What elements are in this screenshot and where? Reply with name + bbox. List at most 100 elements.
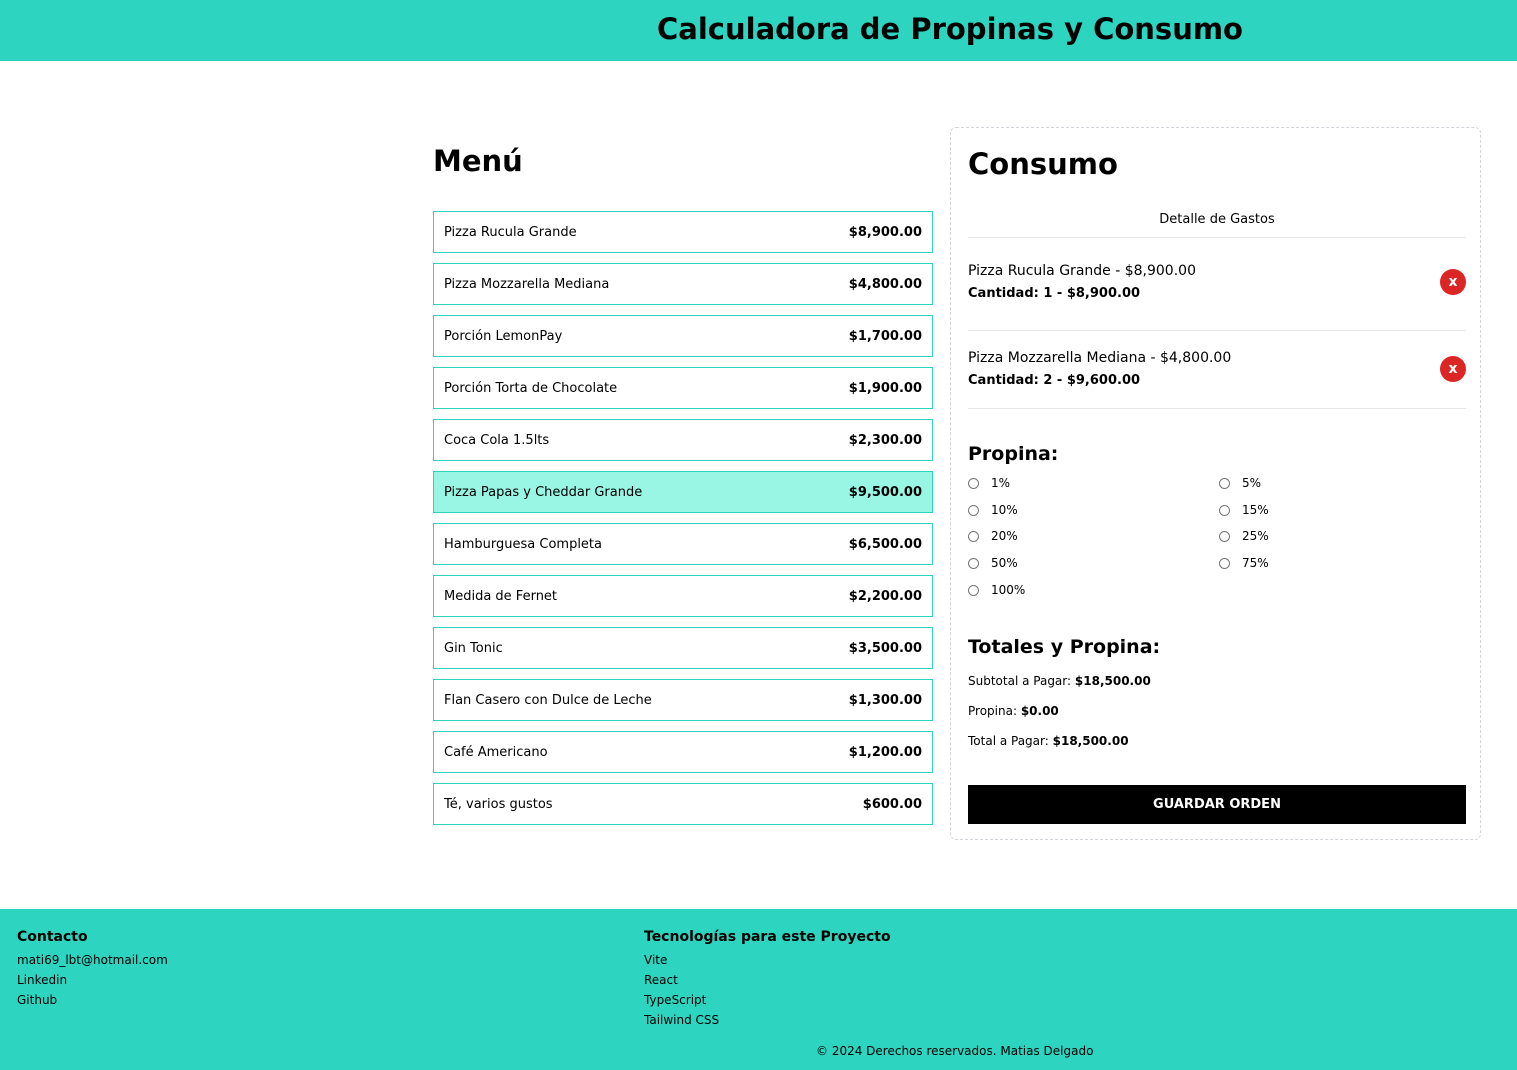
menu-item-name: Medida de Fernet	[444, 588, 558, 604]
tip-option[interactable]: 5%	[1219, 476, 1261, 490]
save-order-button[interactable]: GUARDAR ORDEN	[968, 785, 1466, 824]
menu-item-price: $2,200.00	[848, 588, 922, 604]
order-item: Pizza Mozzarella Mediana - $4,800.00 Can…	[968, 331, 1466, 409]
menu-item[interactable]: Porción Torta de Chocolate $1,900.00	[433, 367, 933, 409]
order-item-quantity: Cantidad: 2 - $9,600.00	[968, 373, 1141, 388]
tip-option[interactable]: 1%	[968, 476, 1010, 490]
radio-button[interactable]	[968, 584, 979, 596]
menu-item[interactable]: Flan Casero con Dulce de Leche $1,300.00	[433, 679, 933, 721]
menu-item[interactable]: Hamburguesa Completa $6,500.00	[433, 523, 933, 565]
menu-item-price: $2,300.00	[848, 432, 922, 448]
tip-label: 20%	[991, 529, 1018, 543]
page-title: Calculadora de Propinas y Consumo	[657, 12, 1243, 46]
tech-item-react: React	[644, 973, 678, 987]
radio-button[interactable]	[968, 504, 979, 516]
app-header: Calculadora de Propinas y Consumo	[0, 0, 1517, 61]
menu-item-name: Porción LemonPay	[444, 328, 563, 344]
menu-item-price: $3,500.00	[848, 640, 922, 656]
tip-label: 75%	[1242, 556, 1269, 570]
menu-item[interactable]: Café Americano $1,200.00	[433, 731, 933, 773]
menu-item-name: Coca Cola 1.5lts	[444, 432, 550, 448]
detalle-heading: Detalle de Gastos	[968, 212, 1466, 238]
subtotal-line: Subtotal a Pagar: $18,500.00	[968, 674, 1151, 688]
menu-item[interactable]: Pizza Mozzarella Mediana $4,800.00	[433, 263, 933, 305]
total-line: Total a Pagar: $18,500.00	[968, 734, 1129, 748]
github-link[interactable]: Github	[17, 990, 168, 1010]
tip-label: 100%	[991, 583, 1026, 597]
radio-button[interactable]	[1219, 477, 1230, 489]
tech-item-vite: Vite	[644, 953, 668, 967]
radio-button[interactable]	[968, 557, 979, 569]
tip-option[interactable]: 50%	[968, 556, 1018, 570]
linkedin-link[interactable]: Linkedin	[17, 970, 168, 990]
subtotal-label: Subtotal a Pagar:	[968, 674, 1072, 688]
contact-title: Contacto	[17, 929, 88, 945]
tip-option[interactable]: 100%	[968, 583, 1025, 597]
tip-label: 10%	[991, 503, 1018, 517]
propina-title: Propina:	[968, 443, 1059, 465]
tip-option[interactable]: 20%	[968, 529, 1018, 543]
delete-order-button[interactable]: x	[1440, 269, 1466, 295]
email-link[interactable]: mati69_lbt@hotmail.com	[17, 950, 168, 970]
footer: Contacto mati69_lbt@hotmail.com Linkedin…	[0, 909, 1517, 1070]
tip-label: 5%	[1242, 476, 1262, 490]
menu-item-name: Café Americano	[444, 744, 548, 760]
menu-item[interactable]: Té, varios gustos $600.00	[433, 783, 933, 825]
menu-item-name: Hamburguesa Completa	[444, 536, 602, 552]
tip-option[interactable]: 25%	[1219, 529, 1269, 543]
radio-button[interactable]	[968, 477, 979, 489]
footer-tech: Tecnologías para este Proyecto Vite Reac…	[644, 928, 891, 1030]
radio-button[interactable]	[1219, 557, 1230, 569]
order-item-quantity: Cantidad: 1 - $8,900.00	[968, 286, 1141, 301]
copyright: © 2024 Derechos reservados. Matias Delga…	[816, 1044, 1094, 1058]
menu-item-price: $1,900.00	[848, 380, 922, 396]
menu-item-hovered[interactable]: Pizza Papas y Cheddar Grande $9,500.00	[433, 471, 933, 513]
menu-item-name: Pizza Papas y Cheddar Grande	[444, 484, 643, 500]
subtotal-value: $18,500.00	[1074, 674, 1151, 688]
consumo-panel: Consumo Detalle de Gastos Pizza Rucula G…	[950, 127, 1481, 840]
menu-item-name: Pizza Mozzarella Mediana	[444, 276, 610, 292]
menu-item-name: Gin Tonic	[444, 640, 503, 656]
menu-item-name: Flan Casero con Dulce de Leche	[444, 692, 652, 708]
menu-item-price: $4,800.00	[848, 276, 922, 292]
radio-button[interactable]	[968, 530, 979, 542]
tip-label: 25%	[1242, 529, 1269, 543]
radio-button[interactable]	[1219, 504, 1230, 516]
propina-label: Propina:	[968, 704, 1017, 718]
menu-item[interactable]: Pizza Rucula Grande $8,900.00	[433, 211, 933, 253]
menu-item-price: $600.00	[862, 796, 922, 812]
menu-item[interactable]: Medida de Fernet $2,200.00	[433, 575, 933, 617]
tip-label: 50%	[991, 556, 1018, 570]
radio-button[interactable]	[1219, 530, 1230, 542]
footer-contact: Contacto mati69_lbt@hotmail.com Linkedin…	[17, 928, 168, 1010]
menu-item-price: $1,200.00	[848, 744, 922, 760]
menu-item[interactable]: Gin Tonic $3,500.00	[433, 627, 933, 669]
propina-value: $0.00	[1020, 704, 1059, 718]
totales-title: Totales y Propina:	[968, 636, 1161, 658]
tip-option[interactable]: 10%	[968, 503, 1018, 517]
menu-item-price: $1,300.00	[848, 692, 922, 708]
tip-option[interactable]: 15%	[1219, 503, 1269, 517]
delete-order-button[interactable]: x	[1440, 356, 1466, 382]
tip-option[interactable]: 75%	[1219, 556, 1269, 570]
order-item-line: Pizza Rucula Grande - $8,900.00	[968, 263, 1196, 279]
tip-label: 1%	[991, 476, 1011, 490]
menu-item-price: $6,500.00	[848, 536, 922, 552]
order-item: Pizza Rucula Grande - $8,900.00 Cantidad…	[968, 244, 1466, 331]
propina-line: Propina: $0.00	[968, 704, 1059, 718]
menu-item-name: Té, varios gustos	[444, 796, 553, 812]
tip-label: 15%	[1242, 503, 1269, 517]
consumo-title: Consumo	[968, 147, 1118, 181]
tech-item-tailwind: Tailwind CSS	[644, 1013, 720, 1027]
tech-item-typescript: TypeScript	[644, 993, 707, 1007]
total-value: $18,500.00	[1052, 734, 1129, 748]
menu-item[interactable]: Coca Cola 1.5lts $2,300.00	[433, 419, 933, 461]
menu-item-price: $9,500.00	[848, 484, 922, 500]
menu-list: Pizza Rucula Grande $8,900.00 Pizza Mozza…	[433, 211, 933, 835]
menu-item[interactable]: Porción LemonPay $1,700.00	[433, 315, 933, 357]
menu-item-price: $8,900.00	[848, 224, 922, 240]
menu-title: Menú	[433, 144, 523, 178]
total-label: Total a Pagar:	[968, 734, 1049, 748]
menu-item-price: $1,700.00	[848, 328, 922, 344]
menu-item-name: Porción Torta de Chocolate	[444, 380, 618, 396]
